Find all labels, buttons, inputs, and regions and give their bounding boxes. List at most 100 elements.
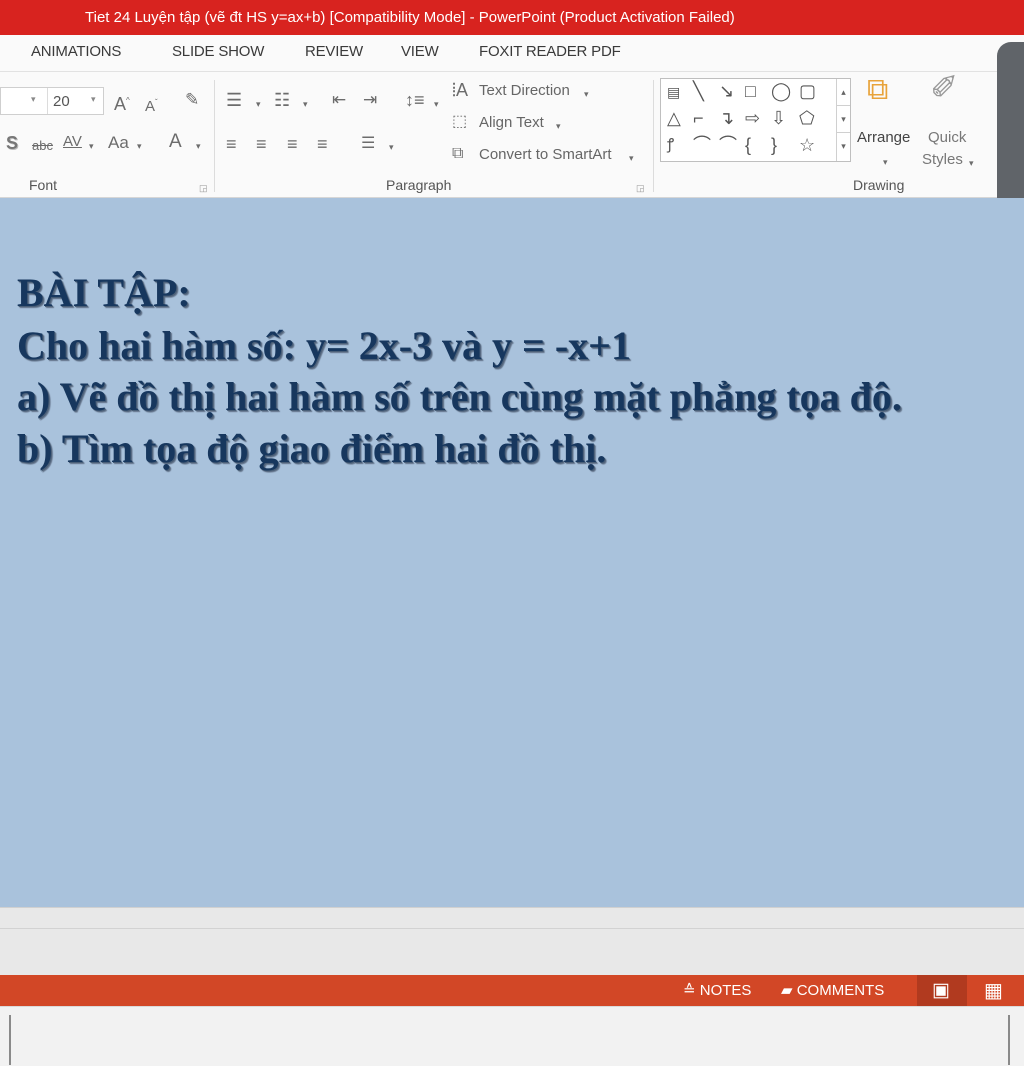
line-spacing-icon[interactable]: ↕≡ [405, 91, 425, 109]
down-arrow-shape-icon[interactable]: ⇩ [771, 109, 786, 127]
shapes-gallery[interactable]: ▤ ╲ ↘ □ ◯ ▢ △ ⌐ ↴ ⇨ ⇩ ⬠ ꝭ ⌒ ⌒ { } ☆ ▴ ▾ … [660, 78, 851, 162]
font-color-icon[interactable]: A [169, 132, 182, 151]
arrange-dropdown-icon[interactable]: ▾ [883, 154, 888, 170]
align-text-dropdown-icon[interactable]: ▾ [556, 118, 561, 134]
justify-icon[interactable]: ≡ [317, 135, 328, 153]
align-text-icon[interactable]: ⬚ [452, 114, 467, 130]
numbering-icon[interactable]: ☷ [274, 91, 290, 109]
text-direction-icon[interactable]: ⦙A [452, 81, 468, 99]
line-shape-icon[interactable]: ╲ [693, 82, 704, 100]
group-separator [214, 80, 215, 192]
right-brace-shape-icon[interactable]: } [771, 136, 777, 154]
text-direction-button[interactable]: Text Direction [479, 82, 570, 99]
left-brace-shape-icon[interactable]: { [745, 136, 751, 154]
increase-indent-icon[interactable]: ⇥ [363, 91, 377, 108]
bullets-dropdown-icon[interactable]: ▾ [256, 96, 261, 112]
more-shapes-icon[interactable]: ▾ [837, 133, 850, 160]
tab-foxit-reader-pdf[interactable]: FOXIT READER PDF [479, 43, 621, 60]
bullets-icon[interactable]: ☰ [226, 91, 242, 109]
font-size-dropdown-icon[interactable]: ▾ [91, 94, 96, 105]
align-left-icon[interactable]: ≡ [226, 135, 237, 153]
font-group-label: Font [29, 177, 58, 193]
normal-view-button[interactable]: ▣ [917, 975, 967, 1006]
slide-heading: BÀI TẬP: [17, 270, 191, 315]
arrow-line-shape-icon[interactable]: ↘ [719, 82, 734, 100]
convert-smartart-dropdown-icon[interactable]: ▾ [629, 150, 634, 166]
slide-canvas[interactable]: BÀI TẬP: Cho hai hàm số: y= 2x-3 và y = … [0, 198, 1024, 907]
elbow-connector-shape-icon[interactable]: ⌐ [693, 109, 704, 127]
align-center-icon[interactable]: ≡ [256, 135, 267, 153]
comments-label: COMMENTS [796, 982, 885, 999]
right-edge-marker [1008, 1015, 1010, 1065]
normal-view-icon: ▣ [932, 980, 950, 1001]
numbering-dropdown-icon[interactable]: ▾ [303, 96, 308, 112]
character-spacing-dropdown-icon[interactable]: ▾ [89, 138, 94, 154]
decrease-indent-icon[interactable]: ⇤ [332, 91, 346, 108]
arrange-button[interactable]: Arrange [857, 129, 910, 146]
align-right-icon[interactable]: ≡ [287, 135, 298, 153]
tab-review[interactable]: REVIEW [305, 43, 363, 60]
star-shape-icon[interactable]: ☆ [799, 136, 815, 154]
comments-button[interactable]: ▰ COMMENTS [781, 981, 884, 999]
shapes-gallery-scroll[interactable]: ▴ ▾ ▾ [836, 79, 850, 161]
elbow-arrow-shape-icon[interactable]: ↴ [719, 109, 734, 127]
align-text-button[interactable]: Align Text [479, 114, 544, 131]
slide-text-line2: a) Vẽ đồ thị hai hàm số trên cùng mặt ph… [17, 374, 902, 419]
quick-styles-icon[interactable]: ✐ [930, 71, 959, 105]
flowchart-shape-icon[interactable]: ⬠ [799, 109, 815, 127]
grow-font-icon[interactable]: A^ [114, 93, 130, 113]
rectangle-shape-icon[interactable]: □ [745, 82, 756, 100]
triangle-shape-icon[interactable]: △ [667, 109, 681, 127]
rounded-rectangle-shape-icon[interactable]: ▢ [799, 82, 816, 100]
font-dialog-launcher-icon[interactable]: ◲ [199, 180, 208, 196]
ribbon-tabs: ANIMATIONS SLIDE SHOW REVIEW VIEW FOXIT … [0, 35, 1024, 71]
text-direction-dropdown-icon[interactable]: ▾ [584, 86, 589, 102]
line-spacing-dropdown-icon[interactable]: ▾ [434, 96, 439, 112]
change-case-dropdown-icon[interactable]: ▾ [137, 138, 142, 154]
slide-sorter-icon[interactable]: ▦ [984, 978, 1003, 1003]
font-color-dropdown-icon[interactable]: ▾ [196, 138, 201, 154]
notes-divider [0, 928, 1024, 929]
notes-pane[interactable] [0, 907, 1024, 975]
slide-text-line1: Cho hai hàm số: y= 2x-3 và y = -x+1 [17, 323, 631, 368]
notes-icon: ≙ [683, 982, 696, 999]
font-dropdown-arrow-icon[interactable]: ▾ [31, 94, 36, 105]
slide-text-line3: b) Tìm tọa độ giao điểm hai đồ thị. [17, 426, 607, 471]
font-size-box[interactable]: ▾ 20 ▾ [0, 87, 104, 115]
arrange-icon[interactable]: ⧉ [867, 75, 888, 105]
tab-slide-show[interactable]: SLIDE SHOW [172, 43, 264, 60]
title-bar: Tiet 24 Luyện tập (vẽ đt HS y=ax+b) [Com… [0, 0, 1024, 35]
tab-animations[interactable]: ANIMATIONS [31, 43, 121, 60]
left-edge-marker [9, 1015, 11, 1065]
scroll-up-icon[interactable]: ▴ [837, 79, 850, 106]
scroll-down-icon[interactable]: ▾ [837, 106, 850, 133]
paragraph-group-label: Paragraph [386, 177, 452, 193]
columns-dropdown-icon[interactable]: ▾ [389, 139, 394, 155]
character-spacing-icon[interactable]: AV [63, 134, 82, 150]
right-arrow-shape-icon[interactable]: ⇨ [745, 109, 760, 127]
smartart-icon[interactable]: ⧉ [452, 146, 463, 162]
drawing-group-label: Drawing [853, 177, 905, 193]
notes-button[interactable]: ≙ NOTES [683, 981, 751, 999]
comments-icon: ▰ [781, 982, 793, 999]
strikethrough-icon[interactable]: abc [32, 138, 53, 154]
group-separator [653, 80, 654, 192]
oval-shape-icon[interactable]: ◯ [771, 82, 791, 100]
quick-styles-button-line2[interactable]: Styles [922, 151, 963, 168]
convert-to-smartart-button[interactable]: Convert to SmartArt [479, 146, 612, 163]
columns-icon[interactable]: ☰ [361, 136, 375, 152]
textbox-shape-icon[interactable]: ▤ [667, 83, 680, 101]
arc-shape-icon[interactable]: ⌒ [693, 136, 711, 154]
freeform-shape-icon[interactable]: ꝭ [667, 136, 674, 154]
bottom-area [0, 1006, 1024, 1066]
paragraph-dialog-launcher-icon[interactable]: ◲ [636, 180, 645, 196]
clear-formatting-icon[interactable]: ✎ [185, 91, 199, 108]
font-size-value[interactable]: 20 [53, 93, 70, 110]
quick-styles-button-line1[interactable]: Quick [928, 129, 966, 146]
tab-view[interactable]: VIEW [401, 43, 439, 60]
quick-styles-dropdown-icon[interactable]: ▾ [969, 155, 974, 171]
text-shadow-icon[interactable]: S [6, 134, 18, 152]
curve-shape-icon[interactable]: ⌒ [719, 136, 737, 154]
shrink-font-icon[interactable]: Aˇ [145, 95, 158, 115]
change-case-icon[interactable]: Aa [108, 134, 129, 151]
